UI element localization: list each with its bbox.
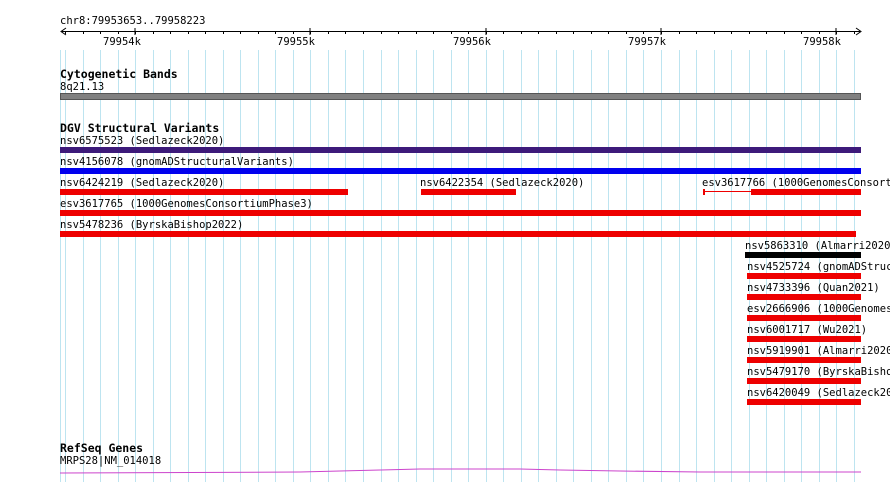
refseq-track-title[interactable]: RefSeq Genes xyxy=(60,442,143,455)
gene-model-mrps28[interactable] xyxy=(0,462,890,482)
variant-bar[interactable] xyxy=(60,168,861,174)
variant-label: nsv5919901 (Almarri2020) xyxy=(747,345,890,357)
variant-bar[interactable] xyxy=(60,210,861,216)
variant-bar-segment[interactable] xyxy=(751,189,861,195)
variant-label: nsv6424219 (Sedlazeck2020) xyxy=(60,177,225,189)
ruler-position: chr8:79953653..79958223 xyxy=(60,15,205,27)
variant-bar-segment[interactable] xyxy=(703,189,705,195)
variant-label: nsv5478236 (ByrskaBishop2022) xyxy=(60,219,244,231)
variant-bar[interactable] xyxy=(421,189,516,195)
variant-label: nsv6420049 (Sedlazeck202 xyxy=(747,387,890,399)
variant-label: nsv5863310 (Almarri2020) xyxy=(745,240,890,252)
cytoband-label: 8q21.13 xyxy=(60,81,105,93)
variant-label: nsv4733396 (Quan2021) xyxy=(747,282,880,294)
ruler-tick-label: 79956k xyxy=(453,36,492,48)
variant-bar[interactable] xyxy=(60,231,856,237)
variant-bar[interactable] xyxy=(747,378,861,384)
variant-gap-line xyxy=(705,191,751,192)
variant-bar[interactable] xyxy=(747,357,861,363)
variant-label: nsv6575523 (Sedlazeck2020) xyxy=(60,135,225,147)
cytoband-track-title[interactable]: Cytogenetic Bands xyxy=(60,68,178,81)
gene-line xyxy=(59,468,861,474)
ruler-tick-label: 79955k xyxy=(277,36,316,48)
variant-bar[interactable] xyxy=(60,189,348,195)
variant-bar[interactable] xyxy=(60,147,861,153)
variant-label: nsv4525724 (gnomADStruct xyxy=(747,261,890,273)
variant-label: esv3617766 (1000GenomesConsortiu xyxy=(702,177,890,189)
variant-label: nsv4156078 (gnomADStructuralVariants) xyxy=(60,156,294,168)
variant-bar[interactable] xyxy=(747,315,861,321)
variant-bar[interactable] xyxy=(747,273,861,279)
variant-bar[interactable] xyxy=(747,399,861,405)
variant-label: esv2666906 (1000Genomes xyxy=(747,303,890,315)
ruler-tick-label: 79957k xyxy=(628,36,667,48)
coordinate-ruler[interactable]: chr8:79953653..79958223 79954k 79955k 79… xyxy=(0,0,890,60)
variant-bar[interactable] xyxy=(747,294,861,300)
dgv-track-title[interactable]: DGV Structural Variants xyxy=(60,122,219,135)
variant-bar[interactable] xyxy=(747,336,861,342)
variant-label: nsv5479170 (ByrskaBishop xyxy=(747,366,890,378)
ruler-tick-label: 79958k xyxy=(803,36,842,48)
variant-bar[interactable] xyxy=(745,252,861,258)
ruler-tick-label: 79954k xyxy=(103,36,142,48)
variant-label: nsv6422354 (Sedlazeck2020) xyxy=(420,177,585,189)
cytoband-bar[interactable] xyxy=(60,93,861,100)
variant-label: nsv6001717 (Wu2021) xyxy=(747,324,868,336)
variant-label: esv3617765 (1000GenomesConsortiumPhase3) xyxy=(60,198,313,210)
